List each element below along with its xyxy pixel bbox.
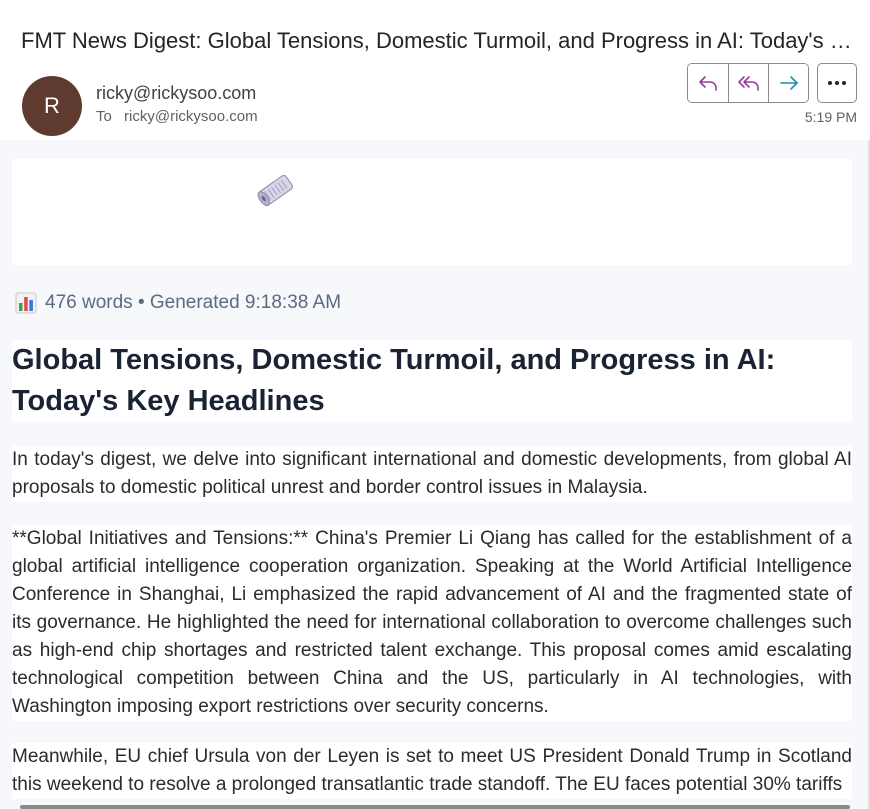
more-icon [828, 81, 846, 85]
bar-chart-icon [15, 292, 37, 314]
digest-headline: Global Tensions, Domestic Turmoil, and P… [12, 340, 852, 422]
reply-icon [699, 76, 717, 91]
digest-paragraph: Meanwhile, EU chief Ursula von der Leyen… [12, 743, 852, 799]
forward-button[interactable] [768, 64, 808, 102]
digest-hero [12, 159, 852, 265]
reply-actions [687, 63, 809, 103]
avatar[interactable]: R [22, 76, 82, 136]
digest-meta-text: 476 words • Generated 9:18:38 AM [45, 292, 342, 313]
reply-button[interactable] [688, 64, 728, 102]
newspaper-icon [257, 174, 294, 207]
forward-icon [779, 76, 798, 90]
reply-all-button[interactable] [728, 64, 768, 102]
more-actions-button[interactable] [817, 63, 857, 103]
to-label: To [96, 108, 112, 125]
received-time: 5:19 PM [804, 109, 857, 125]
avatar-initial: R [44, 93, 60, 118]
reply-all-icon [737, 76, 759, 91]
email-subject: FMT News Digest: Global Tensions, Domest… [21, 28, 861, 53]
digest-meta: 476 words • Generated 9:18:38 AM [15, 292, 341, 314]
digest-paragraph: In today's digest, we delve into signifi… [12, 446, 852, 502]
horizontal-scrollbar[interactable] [20, 805, 850, 809]
recipient-row: To ricky@rickysoo.com [96, 108, 258, 125]
sender-address[interactable]: ricky@rickysoo.com [96, 83, 256, 104]
digest-paragraph: **Global Initiatives and Tensions:** Chi… [12, 525, 852, 721]
recipient-address[interactable]: ricky@rickysoo.com [124, 108, 258, 125]
